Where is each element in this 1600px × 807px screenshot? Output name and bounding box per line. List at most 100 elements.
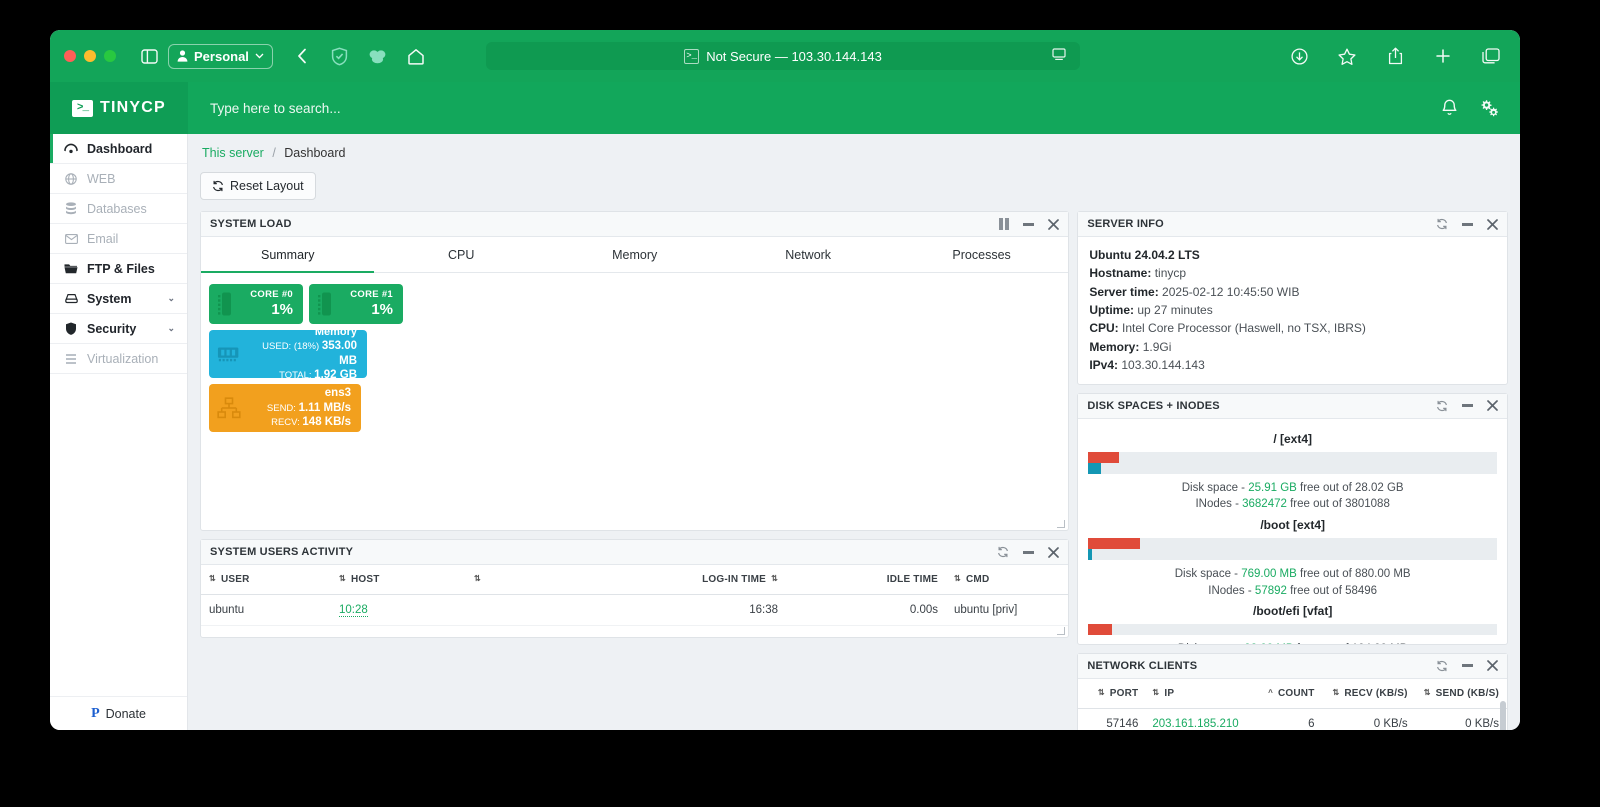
minimize-window-button[interactable] — [84, 50, 96, 62]
sort-icon: ⇅ — [771, 574, 778, 583]
app-logo-text: TINYCP — [100, 99, 166, 116]
system-users-panel-header: SYSTEM USERS ACTIVITY — [201, 540, 1069, 565]
address-bar[interactable]: >_ Not Secure — 103.30.144.143 — [486, 42, 1080, 70]
sidebar-item-web[interactable]: WEB — [50, 164, 187, 194]
column-count[interactable]: ^ COUNT — [1255, 678, 1323, 709]
tab-overview-icon[interactable] — [1476, 41, 1506, 71]
memory-title: Memory — [314, 325, 357, 338]
column-user[interactable]: ⇅ USER — [201, 565, 331, 595]
tab-network[interactable]: Network — [721, 237, 894, 273]
column-recv[interactable]: ⇅ RECV (KB/S) — [1322, 678, 1416, 709]
column-cmd[interactable]: ⇅ CMD — [946, 565, 1069, 595]
chevron-down-icon[interactable]: ⌄ — [167, 323, 175, 334]
back-arrow-icon[interactable] — [287, 41, 317, 71]
system-load-panel: SYSTEM LOAD Summary CPU Memory Network P… — [200, 211, 1070, 531]
info-row: Hostname: tinycp — [1089, 266, 1187, 281]
sidebar-item-dashboard[interactable]: Dashboard — [50, 134, 187, 164]
minimize-icon[interactable] — [1023, 222, 1035, 226]
tab-processes[interactable]: Processes — [895, 237, 1068, 273]
bell-icon[interactable] — [1438, 97, 1460, 119]
app-logo[interactable]: >_ TINYCP — [50, 82, 188, 134]
close-icon[interactable] — [1487, 218, 1498, 230]
sort-asc-icon: ^ — [1268, 687, 1273, 697]
profile-button[interactable]: Personal — [168, 43, 273, 69]
minimize-icon[interactable] — [1462, 222, 1473, 226]
extension-icon[interactable] — [363, 41, 393, 71]
reader-view-icon[interactable] — [1052, 48, 1066, 64]
vertical-scrollbar[interactable] — [1500, 700, 1506, 730]
column-send[interactable]: ⇅ SEND (KB/S) — [1415, 678, 1507, 709]
share-icon[interactable] — [1380, 41, 1410, 71]
sidebar-item-system[interactable]: System ⌄ — [50, 284, 187, 314]
chevron-down-icon[interactable]: ⌄ — [167, 293, 175, 304]
cpu-core-card[interactable]: CORE #1 1% — [309, 284, 403, 324]
star-icon[interactable] — [1332, 41, 1362, 71]
sidebar-item-email[interactable]: Email — [50, 224, 187, 254]
panel-title: SYSTEM USERS ACTIVITY — [210, 546, 354, 558]
donate-button[interactable]: P Donate — [50, 696, 187, 730]
reset-layout-button[interactable]: Reset Layout — [200, 172, 316, 200]
refresh-icon[interactable] — [1436, 660, 1448, 672]
network-interface-card[interactable]: ens3 SEND: 1.11 MB/s RECV: 148 KB/s — [209, 384, 361, 432]
disk-entry: /boot/efi [vfat] Disk space - 98.00 MB f… — [1088, 604, 1497, 644]
cell-cmd: ubuntu [priv] — [946, 594, 1069, 626]
breadcrumb-root[interactable]: This server — [202, 146, 264, 160]
search-input[interactable] — [188, 100, 1438, 116]
sidebar-toggle-icon[interactable] — [134, 41, 164, 71]
gears-icon[interactable] — [1478, 97, 1500, 119]
minimize-icon[interactable] — [1462, 664, 1473, 668]
table-row[interactable]: 57146 203.161.185.210 6 0 KB/s 0 KB/s — [1078, 708, 1507, 730]
sidebar-item-ftp-files[interactable]: FTP & Files — [50, 254, 187, 284]
refresh-icon[interactable] — [1436, 218, 1448, 230]
ip-link[interactable]: 203.161.185.210 — [1152, 717, 1239, 730]
cpu-core-card[interactable]: CORE #0 1% — [209, 284, 303, 324]
disk-space-used-bar — [1088, 451, 1119, 463]
sidebar-item-label: Dashboard — [87, 141, 153, 156]
person-icon — [177, 50, 188, 62]
plus-icon[interactable] — [1428, 41, 1458, 71]
sidebar-item-label: Virtualization — [87, 351, 159, 366]
sidebar-item-label: Security — [87, 321, 137, 336]
refresh-icon[interactable] — [1436, 400, 1448, 412]
send-value: 1.11 MB/s — [298, 401, 351, 414]
close-icon[interactable] — [1487, 400, 1498, 411]
tab-summary[interactable]: Summary — [201, 237, 375, 273]
column-idle-time[interactable]: IDLE TIME — [786, 565, 946, 595]
column-port[interactable]: ⇅ PORT — [1078, 678, 1145, 709]
tab-memory[interactable]: Memory — [548, 237, 721, 273]
column-blank[interactable]: ⇅ — [466, 565, 611, 595]
minimize-icon[interactable] — [1462, 404, 1473, 408]
panel-title: DISK SPACES + INODES — [1087, 399, 1220, 412]
system-load-tabs: Summary CPU Memory Network Processes — [201, 237, 1069, 273]
maximize-window-button[interactable] — [104, 50, 116, 62]
shield-check-icon[interactable] — [325, 41, 355, 71]
memory-card[interactable]: Memory USED: (18%) 353.00 MB TOTAL: 1.92… — [209, 326, 367, 381]
sidebar-item-virtualization[interactable]: Virtualization — [50, 344, 187, 374]
close-icon[interactable] — [1048, 546, 1060, 558]
download-icon[interactable] — [1284, 41, 1314, 71]
refresh-icon[interactable] — [997, 546, 1009, 558]
column-ip[interactable]: ⇅ IP — [1144, 678, 1256, 709]
profile-label: Personal — [194, 48, 249, 64]
column-host[interactable]: ⇅ HOST — [331, 565, 466, 595]
cpu-core-widgets: CORE #0 1% CORE #1 1% — [209, 284, 1060, 324]
cell-send: 0 KB/s — [1415, 708, 1507, 730]
core-value: 1% — [371, 300, 393, 318]
close-icon[interactable] — [1048, 218, 1060, 230]
close-icon[interactable] — [1487, 660, 1498, 671]
panel-resize-handle[interactable] — [1057, 520, 1066, 528]
home-icon[interactable] — [401, 41, 431, 71]
panel-resize-handle[interactable] — [1057, 627, 1066, 635]
column-login-time[interactable]: LOG-IN TIME ⇅ — [611, 565, 786, 595]
sidebar-item-security[interactable]: Security ⌄ — [50, 314, 187, 344]
minimize-icon[interactable] — [1023, 550, 1035, 554]
sidebar-item-databases[interactable]: Databases — [50, 194, 187, 224]
tab-cpu[interactable]: CPU — [374, 237, 547, 273]
table-row[interactable]: ubuntu 10:28 16:38 0.00s ubuntu [priv] — [201, 594, 1069, 626]
close-window-button[interactable] — [64, 50, 76, 62]
layers-icon — [64, 353, 78, 365]
pause-icon[interactable] — [999, 218, 1010, 230]
send-label: SEND: — [266, 402, 296, 414]
sidebar-item-label: System — [87, 291, 132, 306]
host-link[interactable]: 10:28 — [339, 604, 368, 617]
